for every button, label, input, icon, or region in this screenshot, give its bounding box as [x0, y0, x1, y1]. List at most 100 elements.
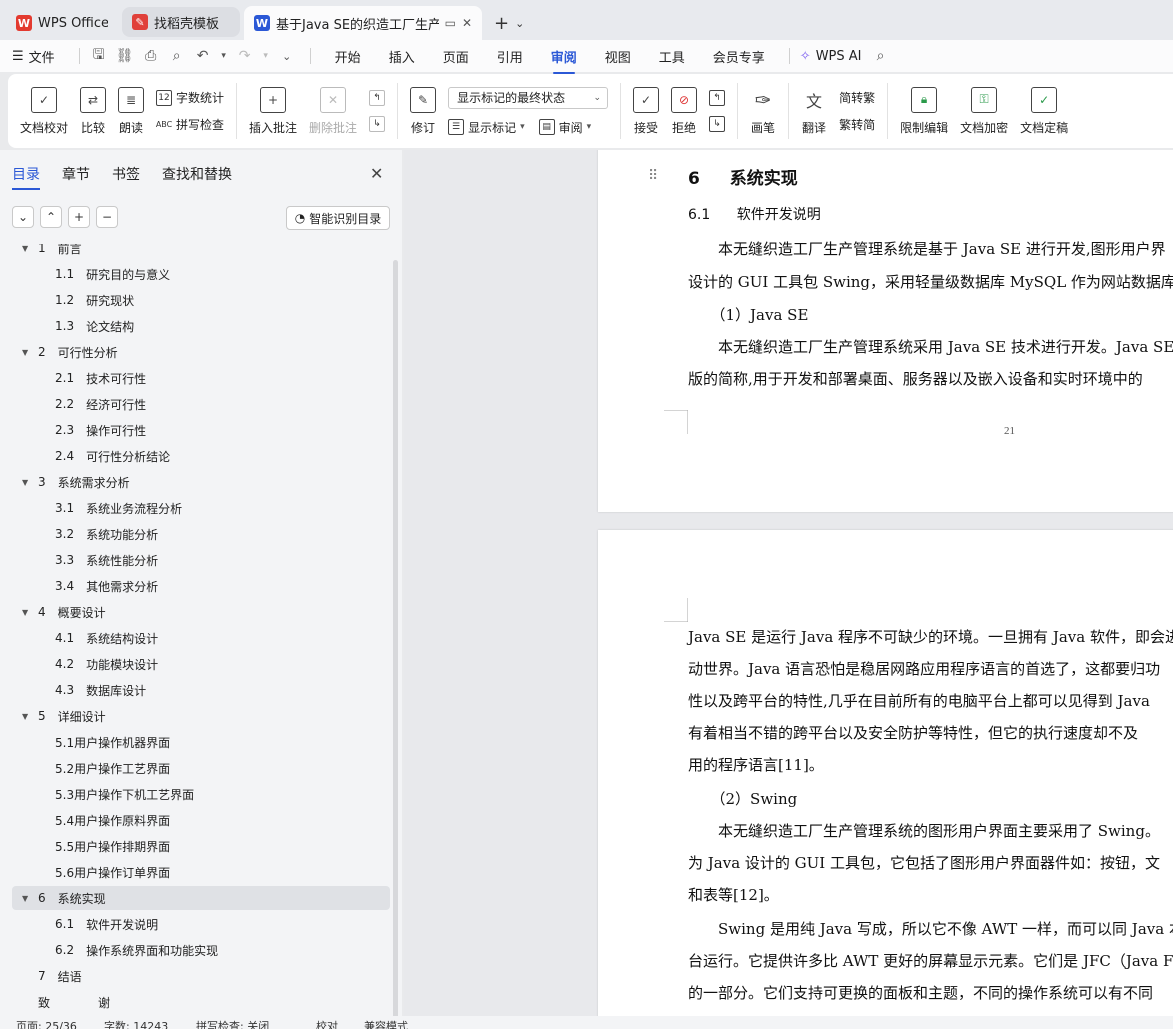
tab-current-document[interactable]: W 基于Java SE的织造工厂生产管 ▭ ✕: [244, 6, 482, 40]
link-icon[interactable]: ⛓: [116, 47, 134, 65]
toc-item[interactable]: 2.1 技术可行性: [55, 366, 146, 390]
toc-item[interactable]: 1.1 研究目的与意义: [55, 262, 170, 286]
to-simplified-button[interactable]: 繁转简: [839, 116, 875, 133]
toc-item[interactable]: 2.2 经济可行性: [55, 392, 146, 416]
prev-change-button[interactable]: ↰: [709, 90, 726, 106]
print-preview-icon[interactable]: ⌕: [168, 47, 186, 65]
new-tab-button[interactable]: + ⌄: [486, 6, 532, 40]
close-tab-icon[interactable]: ✕: [462, 16, 472, 30]
expand-arrow-icon[interactable]: ▼: [22, 894, 34, 903]
toc-item[interactable]: ▼ 4 概要设计: [22, 600, 106, 624]
tab-member[interactable]: 会员专享: [713, 43, 765, 70]
document-canvas[interactable]: ⠿ 6 系统实现 6.1 软件开发说明 本无缝织造工厂生产管理系统是基于 Jav…: [404, 150, 1173, 1016]
toc-item[interactable]: 6.2 操作系统界面和功能实现: [55, 938, 218, 962]
tab-review[interactable]: 审阅: [551, 43, 577, 74]
toc-item[interactable]: 4.2 功能模块设计: [55, 652, 158, 676]
translate-button[interactable]: 文 翻译: [795, 79, 833, 143]
toc-item[interactable]: 3.1 系统业务流程分析: [55, 496, 182, 520]
compare-button[interactable]: ⇄ 比较: [74, 79, 112, 143]
tab-insert[interactable]: 插入: [389, 43, 415, 70]
tab-references[interactable]: 引用: [497, 43, 523, 70]
toc-item[interactable]: ▼ 1 前言: [22, 244, 82, 260]
finalize-button[interactable]: ✓ 文档定稿: [1014, 79, 1068, 143]
chevron-down-icon[interactable]: ⌄: [515, 17, 524, 30]
undo-dropdown-icon[interactable]: ▾: [220, 47, 228, 65]
doc-check-button[interactable]: ✓ 文档校对: [14, 79, 74, 143]
monitor-icon[interactable]: ▭: [445, 16, 456, 30]
minus-icon[interactable]: −: [96, 206, 118, 228]
read-aloud-button[interactable]: ≣ 朗读: [112, 79, 150, 143]
delete-comment-button[interactable]: ✕ 删除批注: [303, 79, 363, 143]
wps-ai-button[interactable]: ✧ WPS AI: [800, 49, 862, 64]
chevron-down-icon[interactable]: ⌄: [12, 206, 34, 228]
spell-check-indicator[interactable]: 拼写检查: 关闭: [196, 1018, 269, 1029]
review-pane-icon[interactable]: ▤: [538, 119, 555, 135]
nav-tab-sections[interactable]: 章节: [62, 164, 90, 190]
expand-arrow-icon[interactable]: ▼: [22, 608, 34, 617]
toc-item[interactable]: 1.2 研究现状: [55, 288, 134, 312]
redo-icon[interactable]: ↷: [236, 47, 254, 65]
tab-wps-office[interactable]: W WPS Office: [6, 6, 118, 40]
encrypt-button[interactable]: ⚿ 文档加密: [954, 79, 1014, 143]
toc-item[interactable]: 4.1 系统结构设计: [55, 626, 158, 650]
toc-scrollbar[interactable]: [393, 260, 398, 1020]
accept-button[interactable]: ✓ 接受: [627, 79, 665, 143]
toc-item[interactable]: 4.3 数据库设计: [55, 678, 146, 702]
save-icon[interactable]: 🖫: [90, 47, 108, 65]
show-markup-icon[interactable]: ☰: [448, 119, 465, 135]
close-icon[interactable]: ✕: [370, 164, 383, 183]
spell-check-button[interactable]: ABC 拼写检查: [156, 116, 224, 133]
toc-item[interactable]: 1.3 论文结构: [55, 314, 134, 338]
expand-arrow-icon[interactable]: ▼: [22, 348, 34, 357]
toc-item[interactable]: ▼ 6 系统实现: [12, 886, 390, 910]
restrict-edit-button[interactable]: 🔒︎ 限制编辑: [894, 79, 954, 143]
nav-tab-toc[interactable]: 目录: [12, 164, 40, 190]
tab-tools[interactable]: 工具: [659, 43, 685, 70]
pen-button[interactable]: ✑ 画笔: [744, 79, 782, 143]
display-mode-select[interactable]: 显示标记的最终状态 ⌄: [448, 86, 609, 109]
search-icon[interactable]: ⌕: [872, 47, 890, 65]
more-chevron-icon[interactable]: ⌄: [278, 47, 296, 65]
toc-item[interactable]: 3.2 系统功能分析: [55, 522, 158, 546]
word-count-indicator[interactable]: 字数: 14243: [104, 1018, 168, 1029]
toc-item[interactable]: ▼ 5 详细设计: [22, 704, 106, 728]
tab-daoke-templates[interactable]: ✎ 找稻壳模板: [122, 7, 240, 37]
next-comment-button[interactable]: ↳: [369, 116, 386, 132]
plus-icon[interactable]: +: [68, 206, 90, 228]
expand-arrow-icon[interactable]: ▼: [22, 712, 34, 721]
toc-item[interactable]: 7 结语: [22, 964, 82, 988]
undo-icon[interactable]: ↶: [194, 47, 212, 65]
nav-tab-bookmarks[interactable]: 书签: [112, 164, 140, 190]
toc-item[interactable]: 5.1用户操作机器界面: [55, 730, 170, 754]
expand-arrow-icon[interactable]: ▼: [22, 244, 34, 253]
chevron-up-icon[interactable]: ⌃: [40, 206, 62, 228]
tab-page[interactable]: 页面: [443, 43, 469, 70]
insert-comment-button[interactable]: + 插入批注: [243, 79, 303, 143]
toc-item[interactable]: ▼ 2 可行性分析: [22, 340, 118, 364]
nav-tab-find-replace[interactable]: 查找和替换: [162, 164, 232, 190]
file-menu[interactable]: ☰ 文件: [12, 47, 55, 66]
reject-button[interactable]: ⊘ 拒绝: [665, 79, 703, 143]
smart-toc-button[interactable]: ◔ 智能识别目录: [286, 206, 390, 230]
toc-item[interactable]: 5.5用户操作排期界面: [55, 834, 170, 858]
toc-item[interactable]: 致谢: [22, 990, 110, 1014]
toc-item[interactable]: 3.3 系统性能分析: [55, 548, 158, 572]
word-count-button[interactable]: 12 字数统计: [156, 89, 224, 106]
toc-item[interactable]: ▼ 3 系统需求分析: [22, 470, 130, 494]
toc-item[interactable]: 5.2用户操作工艺界面: [55, 756, 170, 780]
toc-item[interactable]: 2.4 可行性分析结论: [55, 444, 170, 468]
expand-arrow-icon[interactable]: ▼: [22, 478, 34, 487]
drag-handle-icon[interactable]: ⠿: [648, 168, 658, 184]
redo-dropdown-icon[interactable]: ▾: [262, 47, 270, 65]
show-markup-label[interactable]: 显示标记: [468, 119, 516, 136]
print-icon[interactable]: ⎙: [142, 47, 160, 65]
tab-view[interactable]: 视图: [605, 43, 631, 70]
next-change-button[interactable]: ↳: [709, 116, 726, 132]
compat-mode-indicator[interactable]: 兼容模式: [364, 1018, 408, 1029]
track-changes-button[interactable]: ✎ 修订: [404, 79, 442, 143]
chevron-down-icon[interactable]: ▾: [587, 122, 592, 132]
proof-indicator[interactable]: 校对: [316, 1018, 338, 1029]
page-indicator[interactable]: 页面: 25/36: [16, 1018, 77, 1029]
review-pane-label[interactable]: 审阅: [559, 119, 583, 136]
toc-item[interactable]: 2.3 操作可行性: [55, 418, 146, 442]
